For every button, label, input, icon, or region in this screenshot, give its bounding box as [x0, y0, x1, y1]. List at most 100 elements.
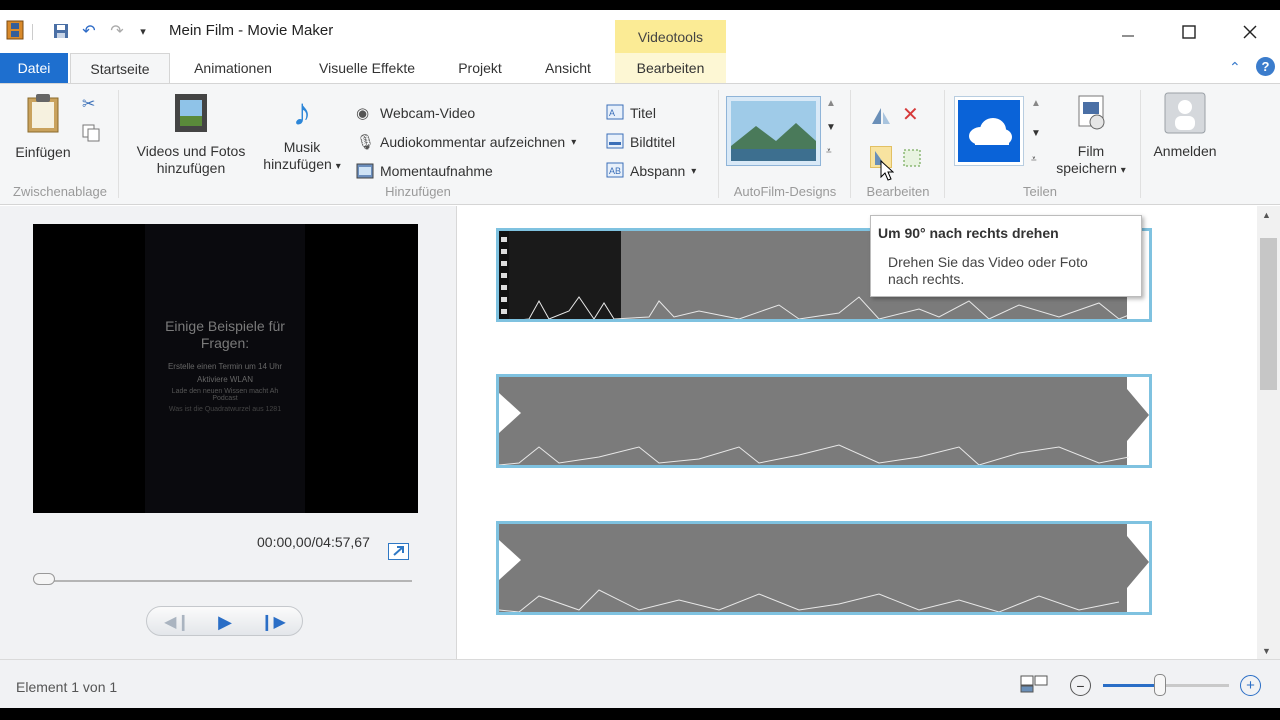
- caption-icon: [606, 133, 624, 151]
- caption-label: Bildtitel: [630, 134, 676, 150]
- save-movie-icon: [1078, 95, 1105, 130]
- select-all-icon[interactable]: [902, 148, 922, 173]
- title-button[interactable]: A Titel: [606, 102, 656, 124]
- timeline-clip-2[interactable]: [496, 374, 1152, 468]
- add-group-label: Hinzufügen: [385, 184, 451, 199]
- play-button[interactable]: ▶: [202, 609, 248, 635]
- clipboard-icon: [27, 94, 59, 133]
- seek-thumb[interactable]: [33, 573, 55, 585]
- maximize-button[interactable]: [1169, 18, 1209, 46]
- previous-frame-button[interactable]: ◀❙: [157, 609, 197, 635]
- vertical-scrollbar[interactable]: ▲ ▼: [1257, 206, 1280, 659]
- add-videos-label-1: Videos und Fotos: [136, 143, 246, 159]
- cloud-icon: [958, 100, 1020, 162]
- svg-text:A: A: [609, 108, 615, 118]
- movie-maker-window: ↶ ↷ ▾ Mein Film - Movie Maker Videotools…: [0, 10, 1280, 708]
- share-scroll-up-icon[interactable]: ▲: [1031, 98, 1041, 109]
- zoom-in-icon[interactable]: +: [1240, 675, 1261, 696]
- tab-animations[interactable]: Animationen: [180, 53, 286, 83]
- microphone-icon: 🎙: [356, 134, 376, 151]
- dropdown-arrow-icon: ▾: [571, 136, 577, 148]
- share-group-label: Teilen: [1023, 184, 1057, 199]
- save-icon[interactable]: [52, 22, 70, 40]
- tab-visual-effects[interactable]: Visuelle Effekte: [304, 53, 430, 83]
- tab-file[interactable]: Datei: [0, 53, 68, 83]
- rotate-left-icon[interactable]: [870, 106, 892, 131]
- credits-button[interactable]: AB Abspann ▾: [606, 160, 696, 182]
- user-icon: [1164, 92, 1206, 134]
- preview-panel: Einige Beispiele für Fragen: Erstelle ei…: [0, 206, 457, 659]
- seek-track[interactable]: [36, 580, 412, 582]
- tooltip-rotate-right: Um 90° nach rechts drehen Drehen Sie das…: [870, 215, 1142, 297]
- scroll-down-icon[interactable]: ▼: [1262, 646, 1271, 656]
- preview-frame: Einige Beispiele für Fragen: Erstelle ei…: [145, 224, 305, 513]
- save-movie-label-1: Film: [1077, 143, 1105, 159]
- tab-edit[interactable]: Bearbeiten: [615, 53, 726, 83]
- copy-icon[interactable]: [82, 124, 100, 147]
- record-narration-button[interactable]: 🎙 Audiokommentar aufzeichnen ▾: [356, 131, 576, 153]
- video-preview[interactable]: Einige Beispiele für Fragen: Erstelle ei…: [33, 224, 418, 513]
- thumbnail-size-icon[interactable]: [1020, 674, 1048, 699]
- clipboard-group-label: Zwischenablage: [13, 184, 107, 199]
- add-videos-photos-button[interactable]: Videos und Fotos hinzufügen: [126, 92, 256, 177]
- zoom-thumb[interactable]: [1154, 674, 1166, 696]
- preview-line-1: Erstelle einen Termin um 14 Uhr: [167, 362, 283, 371]
- window-title: Mein Film - Movie Maker: [169, 22, 334, 39]
- add-music-button[interactable]: ♪ Musik hinzufügen ▾: [254, 92, 350, 175]
- webcam-video-button[interactable]: ◉ Webcam-Video: [356, 102, 475, 124]
- gallery-scroll-down-icon[interactable]: ▼: [826, 122, 836, 133]
- save-movie-label-2: speichern: [1056, 160, 1117, 176]
- qat-customize-icon[interactable]: ▾: [134, 22, 152, 40]
- paste-button[interactable]: Einfügen: [8, 92, 78, 161]
- add-music-label-1: Musik: [283, 139, 321, 155]
- snapshot-icon: [356, 162, 374, 180]
- remove-icon[interactable]: ✕: [902, 102, 919, 127]
- autofilm-theme-thumbnail[interactable]: [726, 96, 821, 166]
- share-expand-icon[interactable]: ⩡: [1031, 154, 1037, 165]
- landscape-icon: [731, 101, 816, 161]
- zoom-track[interactable]: [1103, 684, 1229, 687]
- redo-icon[interactable]: ↷: [108, 22, 126, 40]
- save-movie-button[interactable]: Film speichern ▾: [1046, 92, 1136, 179]
- cut-icon[interactable]: ✂: [82, 94, 95, 114]
- music-note-icon: ♪: [292, 92, 312, 134]
- caption-button[interactable]: Bildtitel: [606, 131, 675, 153]
- svg-text:AB: AB: [609, 166, 621, 176]
- onedrive-share-thumbnail[interactable]: [954, 96, 1024, 166]
- zoom-out-icon[interactable]: −: [1070, 675, 1091, 696]
- share-scroll-down-icon[interactable]: ▼: [1031, 128, 1041, 139]
- dropdown-arrow-icon: ▾: [1120, 165, 1126, 176]
- audio-waveform: [499, 377, 1149, 465]
- next-frame-button[interactable]: ❙▶: [253, 609, 293, 635]
- tab-home[interactable]: Startseite: [70, 53, 170, 84]
- preview-line-2: Aktiviere WLAN: [196, 375, 253, 384]
- timeline-clip-3[interactable]: [496, 521, 1152, 615]
- tooltip-body: Drehen Sie das Video oder Foto nach rech…: [888, 254, 1088, 287]
- gallery-expand-icon[interactable]: ⩡: [826, 146, 832, 157]
- title-label: Titel: [630, 105, 656, 121]
- close-button[interactable]: [1230, 18, 1270, 46]
- tab-project[interactable]: Projekt: [446, 53, 514, 83]
- help-icon[interactable]: ?: [1256, 57, 1275, 76]
- collapse-ribbon-icon[interactable]: ⌃: [1229, 59, 1241, 76]
- ribbon-tab-row: Datei Startseite Animationen Visuelle Ef…: [0, 53, 1280, 84]
- scroll-up-icon[interactable]: ▲: [1262, 210, 1271, 220]
- webcam-icon: ◉: [356, 105, 370, 122]
- autofilm-group-label: AutoFilm-Designs: [733, 184, 837, 199]
- snapshot-button[interactable]: Momentaufnahme: [356, 160, 493, 182]
- fullscreen-icon[interactable]: [388, 543, 409, 560]
- minimize-button[interactable]: [1108, 18, 1148, 46]
- gallery-scroll-up-icon[interactable]: ▲: [826, 98, 836, 109]
- contextual-tab-header: Videotools: [615, 20, 726, 53]
- add-music-label-2: hinzufügen: [263, 156, 332, 172]
- webcam-label: Webcam-Video: [380, 105, 476, 121]
- scrollbar-thumb[interactable]: [1260, 238, 1277, 390]
- undo-icon[interactable]: ↶: [80, 22, 98, 40]
- app-icon[interactable]: [6, 20, 24, 40]
- film-photo-icon: [175, 94, 207, 132]
- dropdown-arrow-icon: ▾: [691, 165, 697, 177]
- sign-in-button[interactable]: Anmelden: [1146, 92, 1224, 160]
- tab-view[interactable]: Ansicht: [532, 53, 604, 83]
- status-bar: Element 1 von 1 − +: [0, 659, 1280, 708]
- title-bar: ↶ ↷ ▾ Mein Film - Movie Maker Videotools: [0, 10, 1280, 53]
